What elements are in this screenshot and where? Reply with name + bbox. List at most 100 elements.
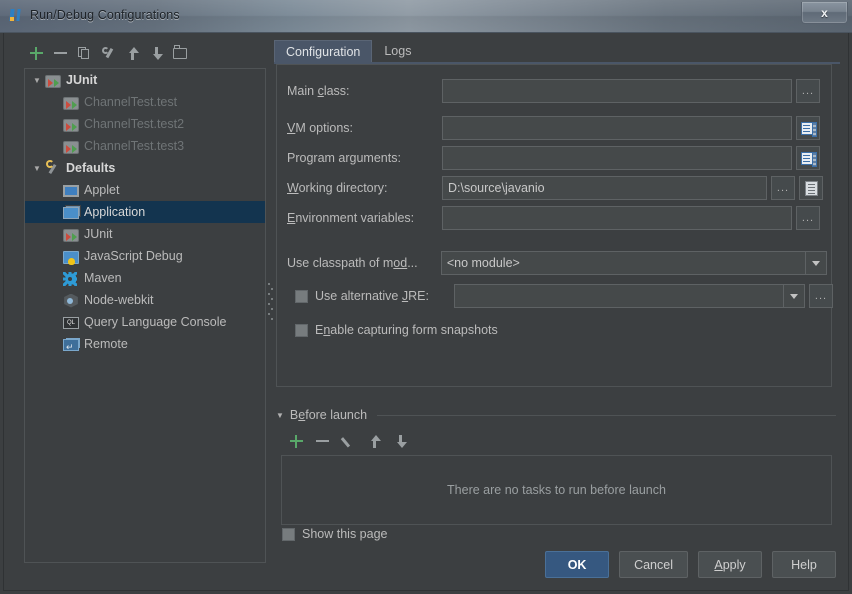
use-alternative-jre-checkbox[interactable] <box>295 290 308 303</box>
tree-item-label: Defaults <box>66 161 115 175</box>
before-launch-toolbar <box>286 431 410 451</box>
pane-splitter-handle[interactable] <box>268 283 273 319</box>
arrow-up-icon <box>368 435 380 448</box>
plus-icon <box>30 47 43 60</box>
tree-item-label: Node-webkit <box>84 293 153 307</box>
working-directory-input[interactable]: D:\source\javanio <box>442 176 767 200</box>
use-alternative-jre-select[interactable] <box>454 284 805 308</box>
before-launch-title: Before launch <box>290 408 367 422</box>
remote-icon <box>63 339 79 351</box>
tree-item-applet[interactable]: Applet <box>25 179 265 201</box>
environment-variables-input[interactable] <box>442 206 792 230</box>
apply-button[interactable]: Apply <box>698 551 762 578</box>
environment-variables-browse-button[interactable]: ... <box>796 206 820 230</box>
configurations-tree[interactable]: ▼ JUnit ChannelTest.test ChannelTest.tes… <box>24 68 266 563</box>
configuration-editor-pane: Configuration Logs Main class: ... VM op… <box>274 38 840 566</box>
move-down-button[interactable] <box>146 43 166 63</box>
working-directory-row: Working directory: D:\source\javanio ... <box>287 176 823 200</box>
tree-item-javascript-debug[interactable]: JavaScript Debug <box>25 245 265 267</box>
program-arguments-input[interactable] <box>442 146 792 170</box>
tab-logs[interactable]: Logs <box>372 39 423 64</box>
add-configuration-button[interactable] <box>26 43 46 63</box>
tree-item-label: Query Language Console <box>84 315 226 329</box>
dialog-button-bar: OK Cancel Apply Help <box>545 551 836 578</box>
ok-button[interactable]: OK <box>545 551 609 578</box>
use-alternative-jre-label: Use alternative JRE: <box>315 289 454 303</box>
vm-options-input[interactable] <box>442 116 792 140</box>
tree-item-defaults-root[interactable]: ▼ Defaults <box>25 157 265 179</box>
chevron-down-icon[interactable]: ▼ <box>29 76 45 85</box>
expand-editor-icon <box>801 152 815 165</box>
move-up-button[interactable] <box>122 43 142 63</box>
show-this-page-row: Show this page <box>282 527 387 541</box>
working-directory-label: Working directory: <box>287 181 442 195</box>
tree-item-junit-root[interactable]: ▼ JUnit <box>25 69 265 91</box>
junit-icon <box>63 97 79 110</box>
tab-configuration[interactable]: Configuration <box>274 40 372 64</box>
run-debug-configurations-dialog: Run/Debug Configurations x ▼ JUnit <box>0 0 852 594</box>
wrench-icon <box>45 160 61 176</box>
tree-item-label: ChannelTest.test3 <box>84 139 184 153</box>
before-launch-empty-text: There are no tasks to run before launch <box>447 483 666 497</box>
use-classpath-of-module-select[interactable]: <no module> <box>441 251 827 275</box>
chevron-down-icon[interactable]: ▼ <box>29 164 45 173</box>
tree-item-node-webkit[interactable]: Node-webkit <box>25 289 265 311</box>
title-bar: Run/Debug Configurations x <box>0 0 852 33</box>
environment-variables-row: Environment variables: ... <box>287 206 823 230</box>
use-alternative-jre-browse-button[interactable]: ... <box>809 284 833 308</box>
vm-options-expand-button[interactable] <box>796 116 820 140</box>
main-class-input[interactable] <box>442 79 792 103</box>
close-button[interactable]: x <box>801 2 848 24</box>
junit-icon <box>63 229 79 242</box>
before-launch-move-down-button[interactable] <box>390 431 410 451</box>
use-classpath-of-module-label: Use classpath of mod... <box>287 256 441 270</box>
main-class-row: Main class: ... <box>287 79 823 103</box>
tree-item-maven[interactable]: Maven <box>25 267 265 289</box>
before-launch-add-button[interactable] <box>286 431 306 451</box>
arrow-down-icon <box>394 435 406 448</box>
working-directory-macros-button[interactable] <box>799 176 823 200</box>
create-folder-button[interactable] <box>170 43 190 63</box>
javascript-debug-icon <box>63 251 79 264</box>
tree-item-label: JUnit <box>66 73 97 87</box>
tree-item-label: Remote <box>84 337 128 351</box>
main-class-browse-button[interactable]: ... <box>796 79 820 103</box>
tree-item-remote[interactable]: Remote <box>25 333 265 355</box>
show-this-page-checkbox[interactable] <box>282 528 295 541</box>
tree-item-label: JUnit <box>84 227 112 241</box>
remove-configuration-button[interactable] <box>50 43 70 63</box>
tree-item-channeltest-test3[interactable]: ChannelTest.test3 <box>25 135 265 157</box>
junit-icon <box>45 75 61 88</box>
program-arguments-expand-button[interactable] <box>796 146 820 170</box>
copy-icon <box>78 47 90 60</box>
enable-capturing-form-snapshots-checkbox[interactable] <box>295 324 308 337</box>
chevron-down-icon[interactable] <box>783 285 804 307</box>
working-directory-browse-button[interactable]: ... <box>771 176 795 200</box>
enable-capturing-form-snapshots-row: Enable capturing form snapshots <box>295 318 498 342</box>
before-launch-move-up-button[interactable] <box>364 431 384 451</box>
tree-item-channeltest-test2[interactable]: ChannelTest.test2 <box>25 113 265 135</box>
program-arguments-label: Program arguments: <box>287 151 442 165</box>
before-launch-remove-button[interactable] <box>312 431 332 451</box>
chevron-down-icon[interactable] <box>805 252 826 274</box>
junit-icon <box>63 141 79 154</box>
list-icon <box>805 181 818 196</box>
intellij-idea-icon <box>8 7 24 23</box>
before-launch-task-list[interactable]: There are no tasks to run before launch <box>281 455 832 525</box>
copy-configuration-button[interactable] <box>74 43 94 63</box>
tree-item-channeltest-test[interactable]: ChannelTest.test <box>25 91 265 113</box>
chevron-down-icon[interactable]: ▼ <box>276 411 284 420</box>
pencil-icon <box>342 435 355 448</box>
cancel-button[interactable]: Cancel <box>619 551 688 578</box>
tree-item-junit[interactable]: JUnit <box>25 223 265 245</box>
tree-item-application[interactable]: Application <box>25 201 265 223</box>
main-class-label: Main class: <box>287 84 442 98</box>
help-button[interactable]: Help <box>772 551 836 578</box>
window-title: Run/Debug Configurations <box>30 8 180 22</box>
tree-item-query-language-console[interactable]: QL Query Language Console <box>25 311 265 333</box>
before-launch-edit-button[interactable] <box>338 431 358 451</box>
use-classpath-of-module-row: Use classpath of mod... <no module> <box>287 251 827 275</box>
before-launch-header[interactable]: ▼ Before launch <box>276 408 836 422</box>
edit-defaults-button[interactable] <box>98 43 118 63</box>
tab-label: Logs <box>384 44 411 58</box>
